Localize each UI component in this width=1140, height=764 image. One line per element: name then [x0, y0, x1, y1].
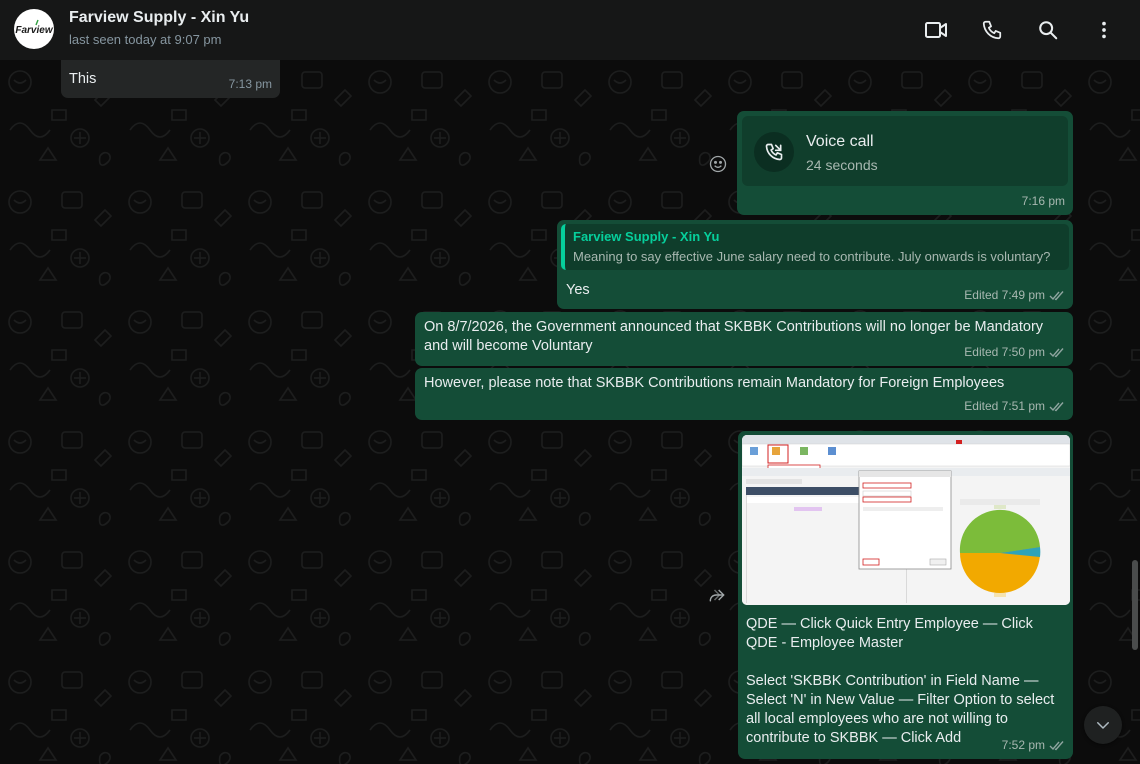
call-title: Voice call: [806, 133, 874, 150]
contact-name[interactable]: Farview Supply - Xin Yu: [69, 9, 249, 27]
chevron-down-icon: [1097, 722, 1109, 729]
voice-call-card[interactable]: Voice call 24 seconds: [742, 116, 1068, 186]
message-time: 7:16 pm: [1021, 194, 1065, 208]
outgoing-message[interactable]: However, please note that SKBBK Contribu…: [415, 368, 1073, 420]
attached-screenshot-image: [742, 435, 1070, 605]
video-call-icon[interactable]: [920, 14, 952, 46]
double-check-icon: [1049, 348, 1064, 358]
chat-scrollbar[interactable]: [1132, 560, 1138, 650]
message-time: Edited 7:51 pm: [964, 397, 1065, 416]
menu-icon[interactable]: [1088, 14, 1120, 46]
chat-header: Farview Farview Supply - Xin Yu last see…: [0, 0, 1140, 60]
search-icon[interactable]: [1032, 14, 1064, 46]
call-duration: 24 seconds: [806, 157, 878, 173]
message-text: However, please note that SKBBK Contribu…: [424, 375, 1005, 391]
message-time: 7:13 pm: [228, 77, 272, 91]
forward-icon[interactable]: [706, 584, 728, 606]
double-check-icon: [1049, 741, 1064, 751]
message-text: Yes: [566, 282, 590, 298]
quote-author: Farview Supply - Xin Yu: [573, 229, 720, 244]
chat-area[interactable]: This 7:13 pm Voice call 24 seconds 7:16 …: [0, 60, 1140, 764]
image-message[interactable]: QDE — Click Quick Entry Employee — Click…: [738, 431, 1073, 759]
incoming-message[interactable]: This 7:13 pm: [61, 60, 280, 98]
farview-logo: Farview: [15, 19, 54, 36]
message-text: This: [69, 71, 97, 87]
contact-last-seen: last seen today at 9:07 pm: [69, 32, 222, 47]
double-check-icon: [1049, 402, 1064, 412]
double-check-icon: [1049, 291, 1064, 301]
screenshot-attachment[interactable]: [742, 435, 1070, 605]
image-caption-line-1: QDE — Click Quick Entry Employee — Click…: [746, 616, 1037, 651]
phone-icon[interactable]: [976, 14, 1008, 46]
message-time: Edited 7:49 pm: [964, 286, 1065, 305]
message-time: Edited 7:50 pm: [964, 343, 1065, 362]
reply-message[interactable]: Farview Supply - Xin Yu Meaning to say e…: [557, 220, 1073, 309]
message-time: 7:52 pm: [1002, 736, 1065, 755]
quoted-message[interactable]: Farview Supply - Xin Yu Meaning to say e…: [561, 224, 1069, 270]
quote-text: Meaning to say effective June salary nee…: [573, 249, 1051, 264]
contact-avatar[interactable]: Farview: [14, 9, 54, 49]
emoji-react-icon[interactable]: [707, 153, 729, 175]
svg-text:Farview: Farview: [15, 25, 53, 36]
voice-call-message[interactable]: Voice call 24 seconds 7:16 pm: [737, 111, 1073, 215]
outgoing-message[interactable]: On 8/7/2026, the Government announced th…: [415, 312, 1073, 366]
scroll-to-bottom-button[interactable]: [1084, 706, 1122, 744]
call-status-icon: [754, 132, 794, 172]
